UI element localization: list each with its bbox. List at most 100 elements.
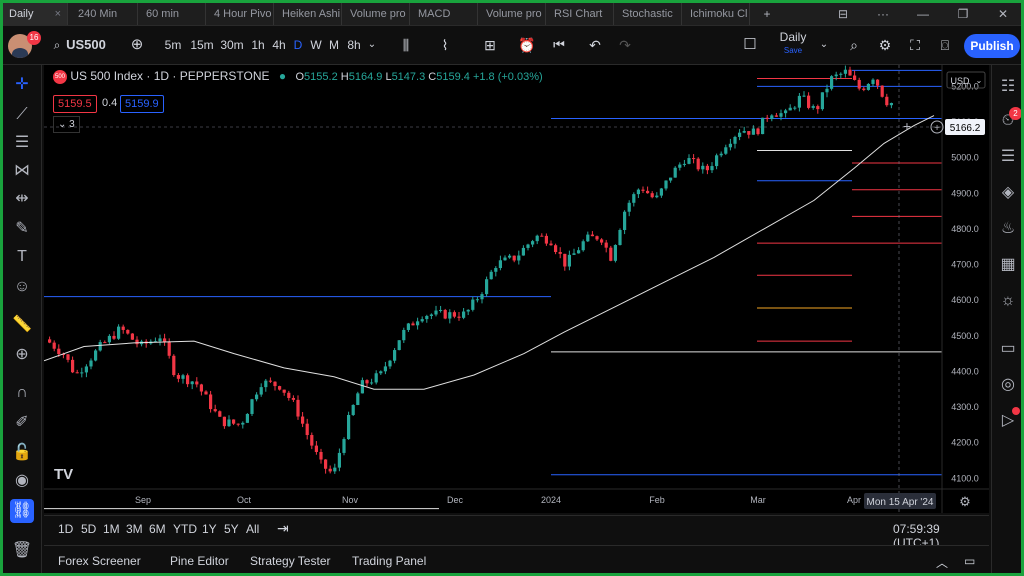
interval-m[interactable]: M (327, 34, 341, 56)
maximize-icon[interactable]: ❐ (949, 3, 977, 25)
layers-icon[interactable]: ◈ (996, 181, 1020, 205)
publish-button[interactable]: Publish (964, 34, 1020, 58)
magnet-icon[interactable]: ∩ (10, 381, 34, 405)
layout-name[interactable]: Daily Save (769, 30, 817, 55)
tab-forex-screener[interactable]: Forex Screener (58, 554, 141, 568)
interval-8h[interactable]: 8h (345, 34, 363, 56)
tab-daily[interactable]: Daily × (3, 3, 68, 25)
tab-bar: Daily × 240 Min 60 min 4 Hour Pivo Heiken… (3, 3, 1021, 26)
indicator-toggle[interactable]: ⌄ 3 (53, 116, 80, 133)
tab-4-hour-pivot[interactable]: 4 Hour Pivo (208, 3, 274, 25)
chevron-up-icon[interactable]: ︿ (936, 554, 948, 571)
range-1d[interactable]: 1D (58, 522, 73, 536)
link-icon[interactable]: ⛓ (10, 499, 34, 523)
tab-240-min[interactable]: 240 Min (72, 3, 138, 25)
interval-1h[interactable]: 1h (250, 34, 266, 56)
symbol-search[interactable]: US500 (66, 34, 106, 56)
chart-area[interactable]: 5200.05100.05000.04900.04800.04700.04600… (43, 65, 989, 513)
range-ytd[interactable]: YTD (173, 522, 197, 536)
tab-60-min[interactable]: 60 min (140, 3, 206, 25)
settings-icon[interactable]: ⚙ (875, 34, 895, 56)
tab-strategy-tester[interactable]: Strategy Tester (250, 554, 330, 568)
maximize-panel-icon[interactable]: ▭ (964, 554, 975, 568)
eye-icon[interactable]: ◉ (10, 469, 34, 493)
close-window-icon[interactable]: ✕ (989, 3, 1017, 25)
calendar-icon[interactable]: ▦ (996, 253, 1020, 277)
interval-d[interactable]: D (291, 34, 305, 56)
tab-ichimoku[interactable]: Ichimoku Cl (684, 3, 750, 25)
fib-icon[interactable]: ☰ (10, 131, 34, 155)
legend-title[interactable]: US 500 Index · 1D · PEPPERSTONE (70, 69, 269, 83)
layout-box-icon[interactable]: ☐ (740, 34, 760, 56)
axis-settings-icon[interactable]: ⚙ (959, 494, 971, 509)
range-6m[interactable]: 6M (149, 522, 166, 536)
replay-icon[interactable]: ⏮ (549, 34, 569, 56)
tab-heiken-ashi[interactable]: Heiken Ashi (276, 3, 342, 25)
prediction-icon[interactable]: ⇹ (10, 187, 34, 211)
tab-volume-profile[interactable]: Volume pro (344, 3, 410, 25)
new-tab-icon[interactable]: + (753, 3, 781, 25)
price-tick: 4500.0 (951, 331, 979, 341)
range-all[interactable]: All (246, 522, 259, 536)
price-chart[interactable]: 5200.05100.05000.04900.04800.04700.04600… (43, 65, 989, 513)
fire-icon[interactable]: ♨ (996, 217, 1020, 241)
lock-icon[interactable]: 🔓 (10, 441, 34, 465)
tab-trading-panel[interactable]: Trading Panel (352, 554, 426, 568)
tab-label: Heiken Ashi (282, 8, 341, 20)
tab-volume-profile-2[interactable]: Volume pro (480, 3, 546, 25)
interval-w[interactable]: W (309, 34, 323, 56)
candle-body (121, 326, 125, 330)
tab-rsi-chart[interactable]: RSI Chart (548, 3, 614, 25)
close-icon[interactable]: × (55, 3, 61, 25)
tab-macd[interactable]: MACD (412, 3, 478, 25)
bulb-icon[interactable]: ☼ (996, 289, 1020, 313)
minimize-icon[interactable]: — (909, 3, 937, 25)
watchlist-icon[interactable]: ☷ (996, 75, 1020, 99)
templates-icon[interactable]: ⊞ (480, 34, 500, 56)
range-1y[interactable]: 1Y (202, 522, 217, 536)
text-icon[interactable]: T (10, 245, 34, 269)
trend-line-icon[interactable]: ⟋ (10, 103, 34, 127)
fullscreen-icon[interactable]: ⛶ (905, 34, 925, 56)
chevron-down-icon[interactable]: ⌄ (365, 34, 379, 56)
range-5d[interactable]: 5D (81, 522, 96, 536)
interval-4h[interactable]: 4h (271, 34, 287, 56)
panel-icon[interactable]: ⊟ (829, 3, 857, 25)
range-5y[interactable]: 5Y (224, 522, 239, 536)
candles-icon[interactable]: ⫼ (396, 34, 416, 56)
trash-icon[interactable]: 🗑 (10, 539, 34, 563)
pattern-icon[interactable]: ⋈ (10, 159, 34, 183)
search-icon[interactable]: ⌕ (49, 34, 65, 56)
alert-icon[interactable]: ⏰ (516, 34, 538, 56)
interval-15m[interactable]: 15m (189, 34, 215, 56)
indicators-icon[interactable]: ⌇ (433, 34, 457, 56)
more-icon[interactable]: ··· (869, 3, 897, 25)
tab-stochastic[interactable]: Stochastic (616, 3, 682, 25)
chevron-down-icon[interactable]: ⌄ (817, 34, 831, 56)
bid-button[interactable]: 5159.5 (53, 95, 97, 113)
news-icon[interactable]: ☰ (996, 145, 1020, 169)
interval-30m[interactable]: 30m (219, 34, 245, 56)
goto-date-icon[interactable]: ⇥ (277, 520, 289, 537)
interval-5m[interactable]: 5m (163, 34, 183, 56)
camera-icon[interactable]: ⌼ (935, 34, 955, 56)
range-1m[interactable]: 1M (103, 522, 120, 536)
zoom-search-icon[interactable]: ⌕ (844, 34, 864, 56)
candle-body (761, 117, 765, 135)
lock-draw-icon[interactable]: ✐ (10, 411, 34, 435)
candle-body (738, 132, 742, 137)
redo-icon[interactable]: ↷ (615, 34, 635, 56)
undo-icon[interactable]: ↶ (585, 34, 605, 56)
plus-circle-icon[interactable]: ⊕ (127, 34, 147, 56)
range-3m[interactable]: 3M (126, 522, 143, 536)
ruler-icon[interactable]: 📏 (10, 313, 34, 337)
crosshair-icon[interactable]: ✛ (10, 73, 34, 97)
emoji-icon[interactable]: ☺ (10, 275, 34, 299)
chat-icon[interactable]: ▭ (996, 337, 1020, 361)
ask-button[interactable]: 5159.9 (120, 95, 164, 113)
zoom-icon[interactable]: ⊕ (10, 343, 34, 367)
candle-body (434, 310, 438, 315)
tab-pine-editor[interactable]: Pine Editor (170, 554, 229, 568)
brush-icon[interactable]: ✎ (10, 217, 34, 241)
broadcast-icon[interactable]: ◎ (996, 373, 1020, 397)
